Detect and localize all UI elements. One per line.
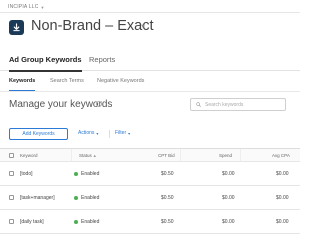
- cpt-bid-cell[interactable]: $0.50: [161, 195, 174, 201]
- column-header-cpt-bid[interactable]: CPT Bid: [158, 153, 175, 158]
- avg-cpa-cell: $0.00: [276, 219, 289, 225]
- status-label: Enabled: [81, 219, 100, 225]
- keyword-cell[interactable]: [task+manager]: [20, 195, 55, 201]
- avg-cpa-cell: $0.00: [276, 171, 289, 177]
- toolbar: Add Keywords Actions ▾ Filter ▾: [0, 126, 300, 142]
- row-checkbox[interactable]: [9, 171, 14, 176]
- chevron-down-icon: ▾: [128, 130, 131, 136]
- tab-reports[interactable]: Reports: [89, 55, 115, 64]
- column-header-status[interactable]: Status▲: [79, 153, 97, 158]
- status-cell[interactable]: Enabled: [74, 219, 99, 225]
- status-cell[interactable]: Enabled: [74, 171, 99, 177]
- status-enabled-icon: [74, 171, 78, 176]
- org-switcher[interactable]: INCIPIA LLC ▼: [8, 3, 45, 11]
- search-box[interactable]: [190, 98, 286, 111]
- add-keywords-button[interactable]: Add Keywords: [9, 128, 68, 140]
- app-icon: [9, 20, 24, 35]
- campaign-title[interactable]: Non-Brand – Exact: [31, 18, 154, 34]
- status-header-label: Status: [79, 153, 92, 158]
- help-icon[interactable]: ?: [96, 101, 102, 107]
- org-name: INCIPIA LLC: [8, 4, 39, 10]
- org-bar: INCIPIA LLC ▼: [0, 0, 300, 13]
- filter-label: Filter: [115, 130, 127, 136]
- search-input[interactable]: [205, 101, 283, 108]
- status-label: Enabled: [81, 195, 100, 201]
- chevron-down-icon: ▼: [40, 4, 45, 10]
- avg-cpa-cell: $0.00: [276, 195, 289, 201]
- app-glyph-icon: [13, 23, 20, 32]
- tab-negative-keywords[interactable]: Negative Keywords: [97, 78, 144, 84]
- section-tabs: Ad Group Keywords Reports: [0, 48, 300, 72]
- column-header-keyword[interactable]: Keyword: [20, 153, 38, 158]
- table-row[interactable]: [task+manager] Enabled $0.50 $0.00 $0.00: [0, 186, 300, 210]
- keyword-cell[interactable]: [todo]: [20, 171, 33, 177]
- search-icon: [196, 102, 201, 107]
- tab-keywords[interactable]: Keywords: [9, 78, 36, 91]
- column-divider: [180, 149, 181, 161]
- table-row[interactable]: [todo] Enabled $0.50 $0.00 $0.00: [0, 162, 300, 186]
- tab-search-terms[interactable]: Search Terms: [50, 78, 84, 84]
- sort-icon: ▲: [92, 153, 97, 158]
- status-label: Enabled: [81, 171, 100, 177]
- table-header-row: Keyword Status▲ CPT Bid Spend Avg CPA: [0, 149, 300, 162]
- status-enabled-icon: [74, 219, 78, 224]
- column-header-avg-cpa[interactable]: Avg CPA: [272, 153, 290, 158]
- filter-dropdown[interactable]: Filter ▾: [115, 130, 130, 136]
- spend-cell: $0.00: [222, 195, 235, 201]
- column-divider: [240, 149, 241, 161]
- status-enabled-icon: [74, 195, 78, 200]
- select-all-checkbox[interactable]: [9, 153, 14, 158]
- cpt-bid-cell[interactable]: $0.50: [161, 219, 174, 225]
- campaign-header: Non-Brand – Exact ▼: [0, 13, 300, 44]
- actions-dropdown[interactable]: Actions ▾: [78, 130, 98, 136]
- keywords-table: Keyword Status▲ CPT Bid Spend Avg CPA [t…: [0, 148, 300, 234]
- actions-label: Actions: [78, 130, 95, 136]
- status-cell[interactable]: Enabled: [74, 195, 99, 201]
- table-row[interactable]: [daily task] Enabled $0.50 $0.00 $0.00: [0, 210, 300, 234]
- chevron-down-icon[interactable]: ▼: [140, 24, 146, 30]
- sub-tabs: Keywords Search Terms Negative Keywords: [0, 72, 300, 92]
- chevron-down-icon: ▾: [96, 130, 99, 136]
- tab-ad-group-keywords[interactable]: Ad Group Keywords: [9, 55, 82, 72]
- row-checkbox[interactable]: [9, 195, 14, 200]
- spend-cell: $0.00: [222, 171, 235, 177]
- column-divider: [71, 149, 72, 161]
- cpt-bid-cell[interactable]: $0.50: [161, 171, 174, 177]
- column-header-spend[interactable]: Spend: [219, 153, 232, 158]
- row-checkbox[interactable]: [9, 219, 14, 224]
- keyword-cell[interactable]: [daily task]: [20, 219, 44, 225]
- toolbar-divider: [109, 130, 110, 138]
- spend-cell: $0.00: [222, 219, 235, 225]
